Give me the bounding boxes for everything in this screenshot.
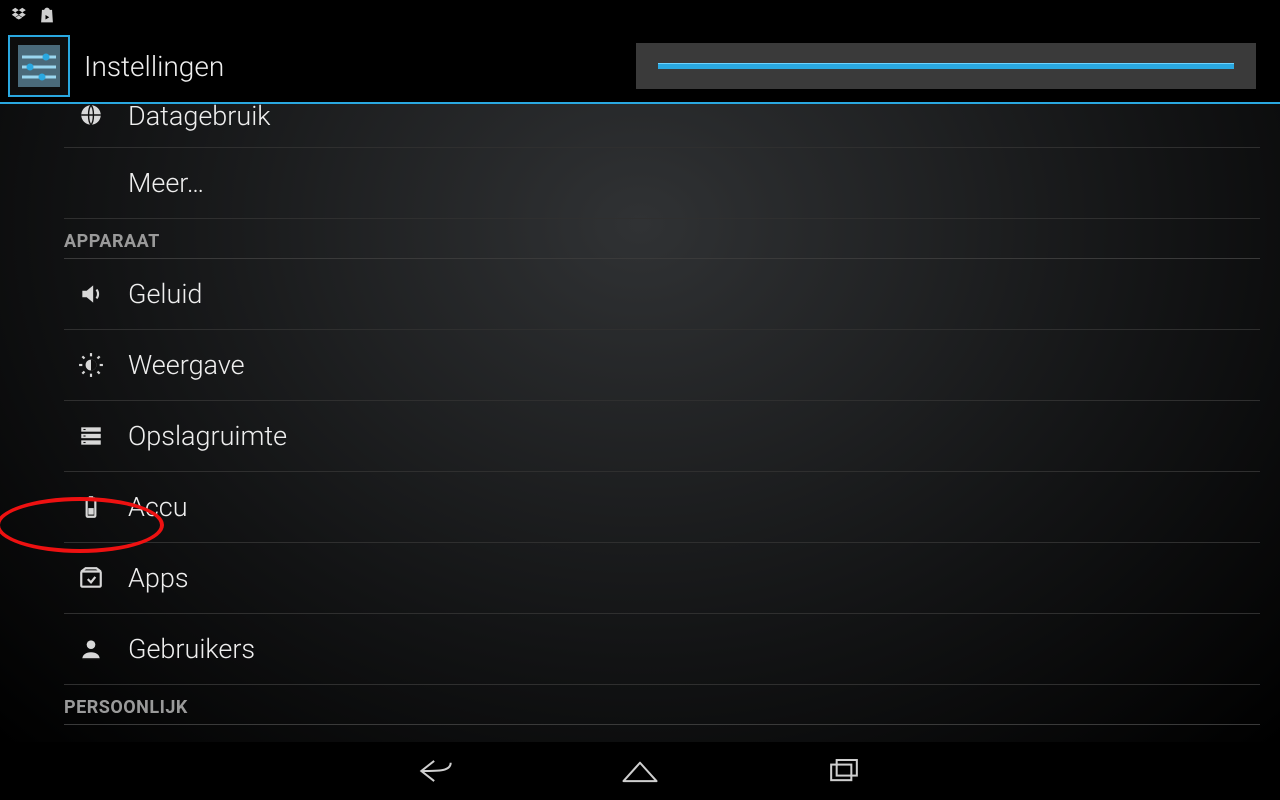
settings-item-apps[interactable]: Apps	[64, 543, 1260, 614]
settings-item-accu[interactable]: Accu	[64, 472, 1260, 543]
settings-item-label: Weergave	[128, 349, 245, 381]
settings-item-opslagruimte[interactable]: Opslagruimte	[64, 401, 1260, 472]
settings-item-label: Apps	[128, 562, 189, 594]
recent-apps-button[interactable]	[822, 754, 866, 788]
settings-item-label: Meer…	[128, 167, 204, 199]
settings-list[interactable]: Datagebruik Meer… APPARAAT Geluid Weerga…	[0, 104, 1280, 742]
settings-item-label: Accu	[128, 491, 188, 523]
section-header-apparaat: APPARAAT	[64, 219, 1260, 259]
settings-app-icon	[8, 35, 70, 97]
navigation-bar	[0, 742, 1280, 800]
settings-item-datagebruik[interactable]: Datagebruik	[64, 104, 1260, 148]
settings-item-geluid[interactable]: Geluid	[64, 259, 1260, 330]
play-store-bag-icon	[38, 6, 56, 24]
apps-icon	[76, 565, 106, 591]
dropbox-icon	[10, 6, 28, 24]
sound-icon	[76, 281, 106, 307]
settings-item-label: Opslagruimte	[128, 420, 287, 452]
settings-item-label: Gebruikers	[128, 633, 255, 665]
action-bar: Instellingen	[0, 30, 1280, 102]
progress-indicator	[636, 43, 1256, 89]
globe-icon	[76, 104, 106, 128]
settings-item-locatietoegang[interactable]: Locatietoegang	[64, 725, 1260, 742]
settings-item-label: Geluid	[128, 278, 202, 310]
page-title: Instellingen	[84, 50, 224, 83]
battery-icon	[76, 494, 106, 520]
settings-item-meer[interactable]: Meer…	[64, 148, 1260, 219]
brightness-icon	[76, 352, 106, 378]
user-icon	[76, 636, 106, 662]
settings-item-gebruikers[interactable]: Gebruikers	[64, 614, 1260, 685]
status-bar	[0, 0, 1280, 30]
home-button[interactable]	[618, 754, 662, 788]
storage-icon	[76, 423, 106, 449]
section-header-persoonlijk: PERSOONLIJK	[64, 685, 1260, 725]
back-button[interactable]	[414, 754, 458, 788]
settings-item-weergave[interactable]: Weergave	[64, 330, 1260, 401]
settings-item-label: Datagebruik	[128, 104, 271, 132]
